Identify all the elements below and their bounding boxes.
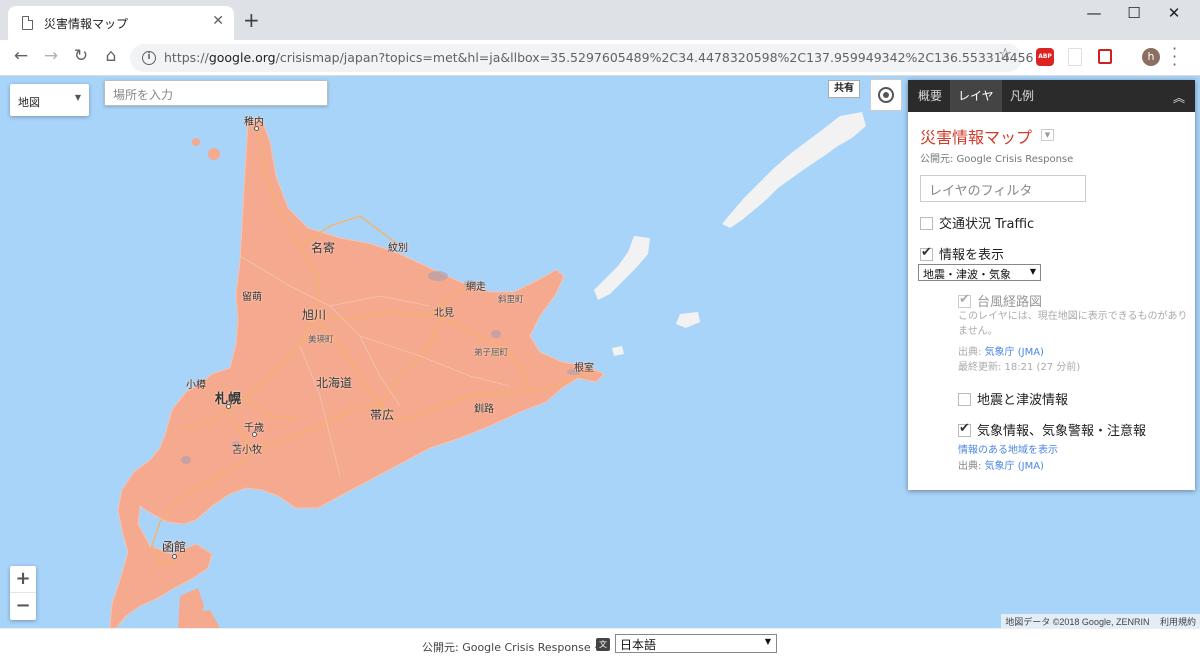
map-label-kushiro: 釧路 <box>474 404 494 415</box>
map-label-obihiro: 帯広 <box>370 408 395 422</box>
share-button[interactable]: 共有 <box>828 80 860 98</box>
page-icon <box>22 16 33 30</box>
map-type-select[interactable]: 地図 ▼ <box>10 84 89 116</box>
minimize-button[interactable]: — <box>1074 4 1114 22</box>
terms-link[interactable]: 利用規約 <box>1160 617 1196 627</box>
language-icon: 文 <box>596 638 610 651</box>
pocket-extension-icon[interactable] <box>1098 49 1112 64</box>
dropdown-caret-icon: ▼ <box>1029 267 1036 276</box>
profile-avatar[interactable]: h <box>1142 48 1160 66</box>
map-label-hokkaido: 北海道 <box>316 376 353 390</box>
collapse-panel-icon[interactable]: ︽ <box>1173 89 1185 106</box>
dropdown-caret-icon: ▼ <box>764 637 771 646</box>
layers-panel: 概要 レイヤ 凡例 ︽ 災害情報マップ ▼ 公開元: Google Crisis… <box>908 80 1195 490</box>
city-marker <box>254 126 259 131</box>
tab-legend[interactable]: 凡例 <box>1002 80 1042 112</box>
typhoon-source: 出典: 気象庁 (JMA) <box>958 347 1044 358</box>
sublayer-weather[interactable]: 気象情報、気象警報・注意報 <box>958 420 1146 439</box>
map-label-asahikawa: 旭川 <box>302 308 327 322</box>
layer-filter-input[interactable]: レイヤのフィルタ <box>920 175 1086 202</box>
my-location-button[interactable] <box>870 79 902 111</box>
panel-tabs: 概要 レイヤ 凡例 ︽ <box>908 80 1195 112</box>
typhoon-checkbox[interactable] <box>958 292 971 308</box>
address-bar[interactable]: i https://google.org/crisismap/japan?top… <box>130 44 1034 72</box>
weather-source: 出典: 気象庁 (JMA) <box>958 461 1044 472</box>
maximize-button[interactable]: ☐ <box>1114 4 1154 22</box>
map-label-otaru: 小樽 <box>186 380 206 391</box>
page-footer: 公開元: Google Crisis Response · 文 日本語 ▼ <box>0 628 1200 660</box>
bookmark-star-icon[interactable]: ☆ <box>998 44 1012 63</box>
reload-button[interactable]: ↻ <box>70 46 92 66</box>
browser-menu-icon[interactable]: · · · <box>1172 41 1177 73</box>
typhoon-note: このレイヤには、現在地図に表示できるものがありません。 <box>958 311 1188 337</box>
publisher-text: 公開元: Google Crisis Response <box>920 154 1074 165</box>
title-dropdown-icon[interactable]: ▼ <box>1041 129 1054 141</box>
map-label-abashiri: 網走 <box>466 282 486 293</box>
show-areas-link[interactable]: 情報のある地域を表示 <box>958 441 1058 456</box>
city-marker <box>252 432 257 437</box>
info-checkbox[interactable] <box>920 245 933 261</box>
layer-info[interactable]: 情報を表示 <box>920 244 1004 263</box>
last-updated: 最終更新: 18:21 (27 分前) <box>958 362 1081 373</box>
map-title: 災害情報マップ <box>920 128 1033 147</box>
map-label-shari: 斜里町 <box>498 295 524 305</box>
jma-link[interactable]: 気象庁 (JMA) <box>985 461 1044 472</box>
sublayer-quake[interactable]: 地震と津波情報 <box>958 389 1068 408</box>
url-text: https://google.org/crisismap/japan?topic… <box>164 50 1034 65</box>
layer-traffic[interactable]: 交通状況 Traffic <box>920 213 1034 232</box>
map-label-nemuro: 根室 <box>574 363 594 374</box>
browser-tab[interactable]: 災害情報マップ ✕ <box>8 6 234 40</box>
dropdown-caret-icon: ▼ <box>74 93 81 102</box>
traffic-checkbox[interactable] <box>920 217 933 230</box>
home-button[interactable]: ⌂ <box>100 46 122 66</box>
close-window-button[interactable]: ✕ <box>1154 4 1194 22</box>
map-label-bihoro: 美瑛町 <box>308 335 334 345</box>
map-type-label: 地図 <box>18 96 40 109</box>
footer-publisher: 公開元: Google Crisis Response · <box>422 641 598 654</box>
map-label-hakodate: 函館 <box>162 540 187 554</box>
back-button[interactable]: ← <box>10 46 32 66</box>
zoom-in-button[interactable]: + <box>10 566 36 593</box>
attribution-text: 地図データ ©2018 Google, ZENRIN <box>1005 617 1150 627</box>
tab-close-icon[interactable]: ✕ <box>212 13 224 29</box>
quake-checkbox[interactable] <box>958 393 971 406</box>
map-label-rumoi: 留萌 <box>242 292 262 303</box>
extension-icon[interactable] <box>1068 48 1082 66</box>
map-label-kitami: 北見 <box>434 308 454 319</box>
map-label-teshikaga: 弟子屈町 <box>474 348 509 358</box>
sublayer-typhoon[interactable]: 台風経路図 <box>958 291 1042 310</box>
zoom-control: + − <box>10 566 36 620</box>
map-label-nayoro: 名寄 <box>311 241 336 255</box>
tab-layers[interactable]: レイヤ <box>950 80 1002 112</box>
zoom-out-button[interactable]: − <box>10 593 36 620</box>
jma-link[interactable]: 気象庁 (JMA) <box>985 347 1044 358</box>
tab-strip: 災害情報マップ ✕ + — ☐ ✕ <box>0 0 1200 40</box>
tab-about[interactable]: 概要 <box>910 80 950 112</box>
location-search-input[interactable]: 場所を入力 <box>104 80 328 106</box>
browser-toolbar: ← → ↻ ⌂ i https://google.org/crisismap/j… <box>0 40 1200 76</box>
language-select[interactable]: 日本語 ▼ <box>615 634 777 653</box>
adblock-extension-icon[interactable]: ABP <box>1036 48 1054 66</box>
site-info-icon[interactable]: i <box>142 51 156 65</box>
map-label-tomakomai: 苫小牧 <box>232 445 262 456</box>
city-marker <box>172 554 177 559</box>
map-attribution: 地図データ ©2018 Google, ZENRIN 利用規約 <box>1001 614 1200 628</box>
map-label-monbetsu: 紋別 <box>388 243 408 254</box>
weather-checkbox[interactable] <box>958 421 971 437</box>
city-marker <box>226 404 231 409</box>
tab-title: 災害情報マップ <box>44 17 129 31</box>
info-type-select[interactable]: 地震・津波・気象 ▼ <box>918 264 1041 281</box>
new-tab-button[interactable]: + <box>243 10 260 30</box>
forward-button[interactable]: → <box>40 46 62 66</box>
